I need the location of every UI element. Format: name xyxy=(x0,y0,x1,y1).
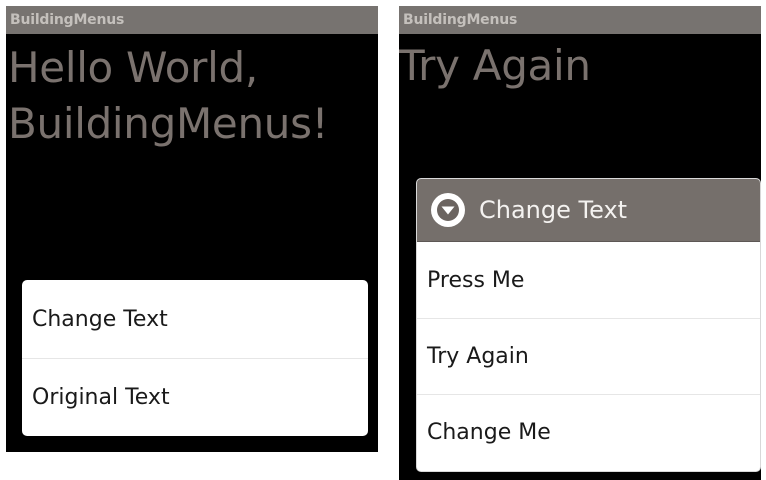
try-again-text-view[interactable]: Try Again xyxy=(399,38,591,94)
context-menu: Change Text Original Text xyxy=(22,280,368,436)
app-title-bar: BuildingMenus xyxy=(6,6,378,34)
main-text: Try Again xyxy=(399,41,591,90)
hello-text-line-2: BuildingMenus! xyxy=(8,99,329,148)
chevron-down-circle-icon xyxy=(431,193,465,227)
submenu-header: Change Text xyxy=(417,179,760,242)
submenu-dialog: Change Text Press Me Try Again Change Me xyxy=(416,178,761,472)
menu-item-press-me[interactable]: Press Me xyxy=(417,242,760,318)
app-title: BuildingMenus xyxy=(403,12,518,28)
app-title-bar: BuildingMenus xyxy=(399,6,761,34)
menu-item-change-me[interactable]: Change Me xyxy=(417,394,760,470)
menu-item-change-text[interactable]: Change Text xyxy=(22,280,368,358)
submenu-title: Change Text xyxy=(479,196,628,224)
app-title: BuildingMenus xyxy=(10,12,125,28)
menu-item-label: Change Text xyxy=(32,306,168,332)
hello-text-view[interactable]: Hello World, BuildingMenus! xyxy=(8,40,329,152)
hello-text-line-1: Hello World, xyxy=(8,43,258,92)
menu-item-label: Try Again xyxy=(427,344,529,369)
menu-item-try-again[interactable]: Try Again xyxy=(417,318,760,394)
menu-item-label: Press Me xyxy=(427,267,525,293)
left-phone-screen: BuildingMenus Hello World, BuildingMenus… xyxy=(6,6,378,452)
menu-item-label: Change Me xyxy=(427,420,551,445)
right-phone-screen: BuildingMenus Try Again Change Text Pres… xyxy=(399,6,761,480)
menu-item-label: Original Text xyxy=(32,385,170,410)
menu-item-original-text[interactable]: Original Text xyxy=(22,358,368,436)
